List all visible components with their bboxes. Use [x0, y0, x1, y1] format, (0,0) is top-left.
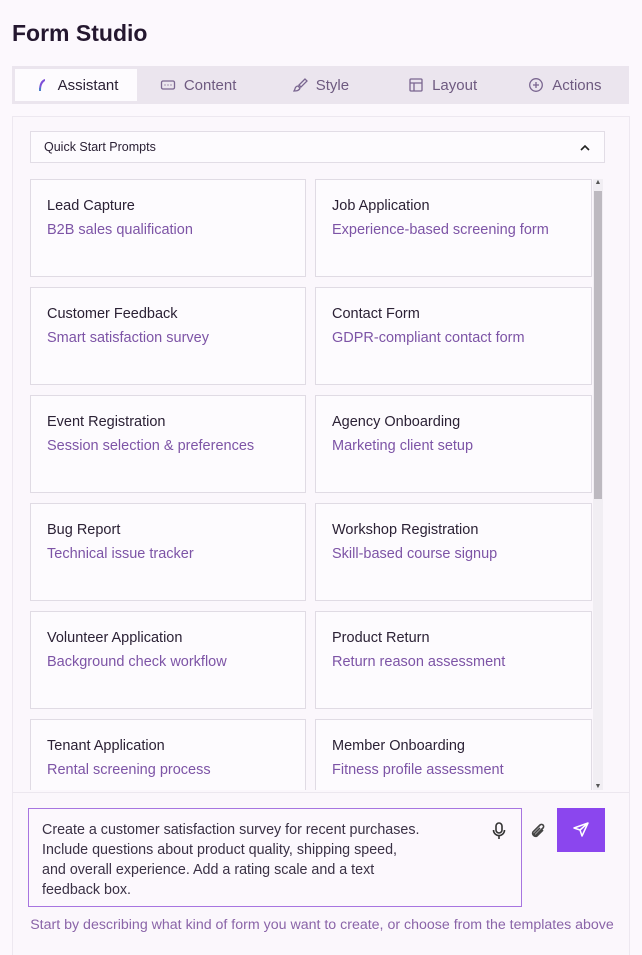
quick-start-toggle[interactable]: Quick Start Prompts [30, 131, 605, 163]
template-card[interactable]: Workshop Registration Skill-based course … [315, 503, 592, 601]
template-card[interactable]: Job Application Experience-based screenin… [315, 179, 592, 277]
scroll-up-icon[interactable]: ▲ [594, 179, 602, 186]
template-name: Member Onboarding [332, 738, 465, 754]
template-description: Rental screening process [47, 762, 211, 778]
template-name: Tenant Application [47, 738, 165, 754]
tab-style[interactable]: Style [259, 69, 381, 101]
tab-label: Actions [552, 76, 602, 94]
template-description: Experience-based screening form [332, 222, 549, 238]
template-description: Skill-based course signup [332, 546, 498, 562]
template-name: Agency Onboarding [332, 414, 461, 430]
template-name: Workshop Registration [332, 522, 479, 538]
template-name: Product Return [332, 630, 430, 646]
prompt-input[interactable]: Create a customer satisfaction survey fo… [28, 808, 522, 907]
template-card[interactable]: Lead Capture B2B sales qualification [30, 179, 306, 277]
scrollbar[interactable]: ▲ ▼ [593, 179, 603, 790]
tab-label: Style [315, 76, 350, 94]
tab-content[interactable]: Content [137, 69, 259, 101]
template-name: Event Registration [47, 414, 166, 430]
page-title: Form Studio [12, 20, 148, 46]
template-name: Customer Feedback [47, 306, 178, 322]
tab-actions[interactable]: Actions [504, 69, 626, 101]
scroll-down-icon[interactable]: ▼ [594, 783, 602, 790]
send-icon [573, 822, 589, 837]
template-description: B2B sales qualification [47, 222, 193, 238]
send-button[interactable] [557, 808, 605, 852]
template-name: Contact Form [332, 306, 420, 322]
microphone-icon[interactable] [491, 822, 507, 840]
template-description: Session selection & preferences [47, 438, 255, 454]
scrollbar-thumb[interactable] [594, 191, 602, 499]
chevron-up-icon [580, 144, 590, 151]
template-card[interactable]: Agency Onboarding Marketing client setup [315, 395, 592, 493]
divider [13, 792, 629, 793]
template-card[interactable]: Event Registration Session selection & pr… [30, 395, 306, 493]
template-name: Bug Report [47, 522, 121, 538]
tab-layout[interactable]: Layout [382, 69, 504, 101]
template-description: Smart satisfaction survey [47, 330, 209, 346]
template-description: Technical issue tracker [47, 546, 194, 562]
layout-icon [409, 78, 423, 92]
template-description: Marketing client setup [332, 438, 474, 454]
template-name: Job Application [332, 198, 430, 214]
template-card[interactable]: Product Return Return reason assessment [315, 611, 592, 709]
template-card[interactable]: Volunteer Application Background check wo… [30, 611, 306, 709]
template-description: Background check workflow [47, 654, 227, 670]
template-description: GDPR-compliant contact form [332, 330, 525, 346]
paintbrush-icon [292, 78, 308, 92]
quick-start-label: Quick Start Prompts [44, 140, 156, 154]
helper-text: Start by describing what kind of form yo… [30, 917, 614, 933]
plus-circle-icon [529, 78, 544, 92]
template-card[interactable]: Customer Feedback Smart satisfaction surv… [30, 287, 306, 385]
tab-label: Layout [432, 76, 478, 94]
template-name: Volunteer Application [47, 630, 183, 646]
template-card[interactable]: Member Onboarding Fitness profile assessm… [315, 719, 592, 790]
templates-list: Lead Capture B2B sales qualification Job A… [30, 179, 604, 790]
template-card[interactable]: Bug Report Technical issue tracker [30, 503, 306, 601]
template-description: Fitness profile assessment [332, 762, 504, 778]
tab-assistant[interactable]: Assistant [15, 69, 137, 101]
template-description: Return reason assessment [332, 654, 506, 670]
tab-label: Content [183, 76, 237, 94]
feather-icon [38, 79, 45, 91]
assistant-panel: Quick Start Prompts Lead Capture B2B sale… [12, 116, 630, 955]
template-card[interactable]: Tenant Application Rental screening proce… [30, 719, 306, 790]
tab-label: Assistant [57, 76, 119, 94]
tab-bar: Assistant Content Style Layout Actions [12, 66, 629, 104]
text-field-icon [160, 80, 175, 90]
templates-grid: Lead Capture B2B sales qualification Job A… [30, 179, 592, 790]
paperclip-icon[interactable] [529, 821, 547, 841]
template-name: Lead Capture [47, 198, 135, 214]
template-card[interactable]: Contact Form GDPR-compliant contact form [315, 287, 592, 385]
